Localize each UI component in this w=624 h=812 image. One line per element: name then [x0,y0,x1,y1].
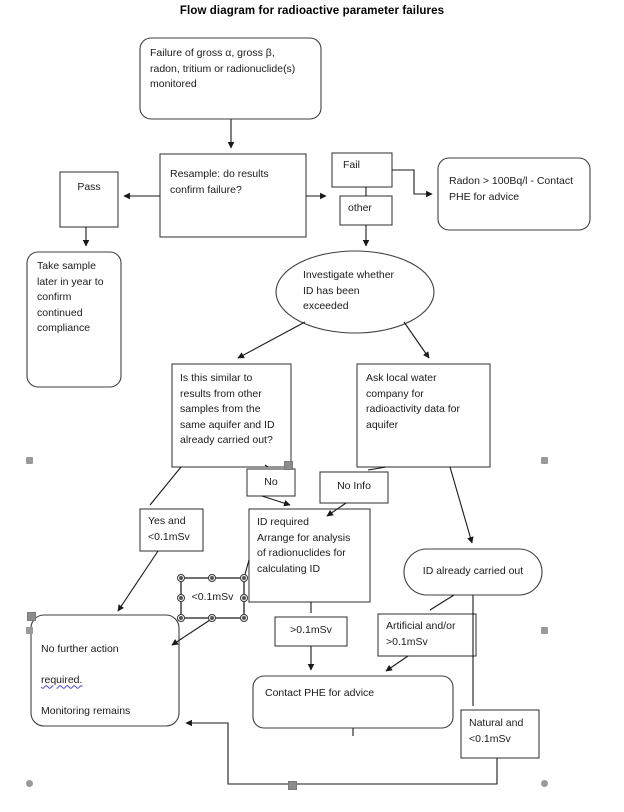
node-fail-shape [331,152,393,188]
node-lt-msv-selected-shape [180,577,245,619]
flow-diagram-canvas: Flow diagram for radioactive parameter f… [0,0,624,812]
node-no-shape [246,468,296,497]
node-take-sample-shape [26,251,122,388]
page-marker-left-bottom [26,780,33,787]
node-yes-and-shape [139,508,204,552]
edge-artificial-contact-phe [385,655,409,672]
edge-natural-bottom-route [185,719,498,785]
node-radon-shape [437,157,591,231]
selection-handle-sw[interactable] [177,614,185,622]
page-marker-right-middle [541,457,548,464]
selection-handle-n[interactable] [208,574,216,582]
page-marker-left-lower [26,627,33,634]
edge-investigate-ask-water [403,321,430,359]
node-resample-shape [159,153,307,238]
anchor-handle-similar-box[interactable] [284,461,293,470]
anchor-handle-no-action-box[interactable] [27,612,36,621]
node-other-shape [339,195,393,226]
selection-handle-s[interactable] [208,614,216,622]
node-pass-shape [59,171,119,228]
edge-similar-yes-and [149,466,182,506]
edge-fail-radon [392,169,433,198]
edge-id-carried-artificial [429,594,455,611]
node-contact-phe-shape [252,675,454,729]
node-artificial-shape [377,613,477,657]
edge-no-id-required [261,495,291,507]
page-marker-right-lower [541,627,548,634]
node-no-action-shape [30,614,180,727]
anchor-handle-bottom-route[interactable] [288,781,297,790]
node-ask-water-shape [356,363,491,468]
edge-investigate-similar [237,321,306,359]
edge-ask-water-id-carried [449,466,474,544]
page-marker-right-bottom [541,780,548,787]
node-similar-shape [171,363,292,468]
selection-handle-se[interactable] [240,614,248,622]
node-investigate-shape [275,250,435,334]
flowchart-svg [26,37,591,785]
selection-handle-w[interactable] [177,594,185,602]
node-no-info-shape [319,471,389,504]
edge-yes-and-no-action [117,550,159,612]
node-start-shape [139,37,322,120]
page-marker-left-middle [26,457,33,464]
node-id-carried-shape [403,548,543,596]
node-gt-msv-shape [274,616,348,647]
node-natural-shape [460,709,540,759]
selection-handle-nw[interactable] [177,574,185,582]
selection-handle-e[interactable] [240,594,248,602]
node-id-required-shape [248,508,371,603]
selection-handle-ne[interactable] [240,574,248,582]
